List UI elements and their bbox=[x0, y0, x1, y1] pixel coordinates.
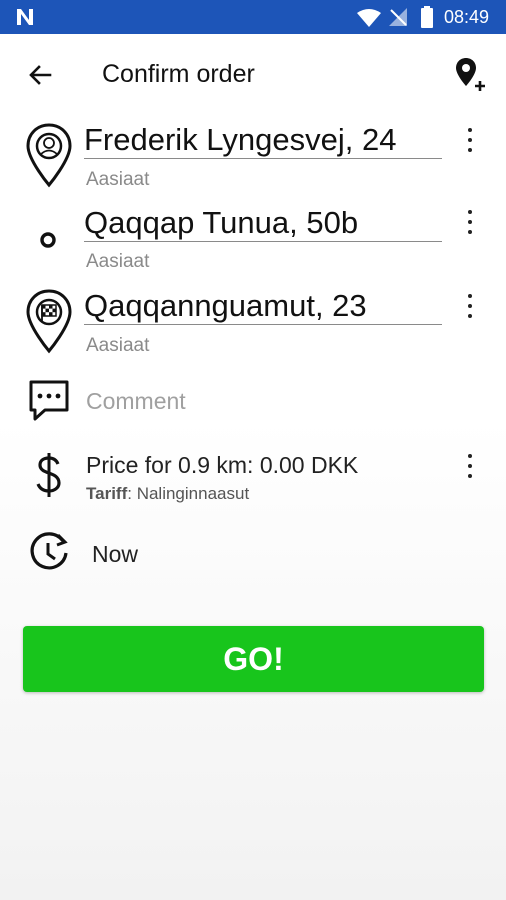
battery-icon bbox=[421, 6, 433, 28]
waypoint-dot-icon bbox=[40, 232, 56, 248]
no-signal-icon bbox=[389, 8, 407, 26]
price-text: Price for 0.9 km: 0.00 DKK bbox=[86, 452, 359, 478]
status-time: 08:49 bbox=[444, 7, 490, 27]
pickup-city: Aasiaat bbox=[86, 169, 150, 190]
tariff-value: : Nalinginnaasut bbox=[127, 484, 250, 503]
go-button[interactable]: GO! bbox=[23, 626, 484, 692]
arrow-back-icon[interactable] bbox=[22, 58, 58, 94]
add-location-icon[interactable] bbox=[452, 54, 492, 94]
stop-row: Qaqqap Tunua, 50b Aasiaat bbox=[0, 200, 506, 278]
destination-address-field[interactable]: Qaqqannguamut, 23 bbox=[84, 288, 442, 325]
stop-more-icon[interactable] bbox=[456, 206, 484, 240]
pickup-address-field[interactable]: Frederik Lyngesvej, 24 bbox=[84, 122, 442, 159]
comment-row[interactable]: Comment bbox=[0, 372, 506, 432]
stop-address-field[interactable]: Qaqqap Tunua, 50b bbox=[84, 205, 442, 242]
status-bar: 08:49 bbox=[0, 0, 506, 34]
page-title: Confirm order bbox=[102, 60, 255, 88]
tariff-text: Tariff: Nalinginnaasut bbox=[86, 484, 249, 504]
destination-more-icon[interactable] bbox=[456, 290, 484, 324]
stop-city: Aasiaat bbox=[86, 251, 150, 272]
price-row: Price for 0.9 km: 0.00 DKK Tariff: Nalin… bbox=[0, 444, 506, 510]
app-bar: Confirm order bbox=[0, 34, 506, 116]
dollar-icon bbox=[36, 453, 61, 497]
pin-person-icon bbox=[26, 123, 72, 188]
clock-history-icon bbox=[30, 532, 68, 570]
pickup-row: Frederik Lyngesvej, 24 Aasiaat bbox=[0, 118, 506, 196]
comment-field[interactable]: Comment bbox=[86, 388, 186, 415]
destination-row: Qaqqannguamut, 23 Aasiaat bbox=[0, 284, 506, 362]
comment-icon bbox=[29, 380, 69, 421]
time-text: Now bbox=[92, 541, 139, 567]
pickup-more-icon[interactable] bbox=[456, 124, 484, 158]
app-logo-icon bbox=[17, 9, 33, 25]
price-more-icon[interactable] bbox=[456, 450, 484, 484]
destination-city: Aasiaat bbox=[86, 335, 150, 356]
wifi-icon bbox=[357, 9, 381, 27]
time-row[interactable]: Now bbox=[0, 526, 506, 582]
tariff-label: Tariff bbox=[86, 484, 128, 503]
pin-flag-icon bbox=[26, 289, 72, 354]
